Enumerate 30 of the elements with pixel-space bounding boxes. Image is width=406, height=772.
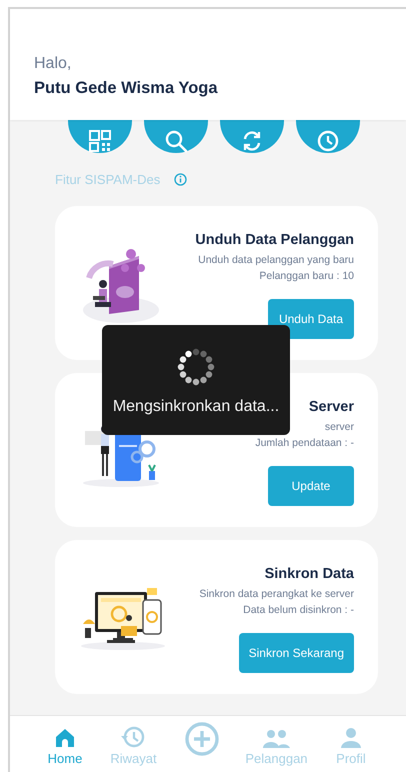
- qr-code-icon: [89, 130, 111, 152]
- nav-tab[interactable]: Profil: [326, 724, 376, 766]
- action-button[interactable]: Unduh Data: [268, 299, 354, 339]
- card-description: Unduh data pelanggan yang baru: [198, 253, 354, 268]
- add-icon: [184, 722, 219, 756]
- card-title: Server: [308, 399, 354, 415]
- nav-tab[interactable]: Pelanggan: [245, 724, 308, 766]
- people-icon: [262, 730, 290, 748]
- action-button[interactable]: Sinkron Sekarang: [238, 633, 354, 673]
- search-icon: [164, 129, 188, 153]
- clock-icon: [316, 129, 340, 153]
- history-icon: [120, 726, 146, 748]
- card-title: Sinkron Data: [264, 566, 354, 582]
- home-icon: [54, 728, 76, 748]
- info-icon[interactable]: [174, 172, 188, 186]
- card-stat: Pelanggan baru : 10: [259, 269, 354, 284]
- greeting-text: Halo,: [34, 55, 72, 73]
- action-button[interactable]: Update: [268, 466, 354, 506]
- card-stat: Data belum disinkron : -: [243, 603, 354, 618]
- section-title: Fitur SISPAM-Des: [55, 172, 160, 186]
- card-title: Unduh Data Pelanggan: [195, 232, 354, 248]
- loading-spinner-icon: [176, 347, 216, 387]
- user-name: Putu Gede Wisma Yoga: [34, 79, 219, 98]
- card-description: Sinkron data perangkat ke server: [199, 587, 354, 602]
- person-icon: [340, 728, 361, 748]
- nav-tab[interactable]: Home: [40, 724, 90, 766]
- card-description: server: [324, 420, 354, 435]
- toast-message: Mengsinkronkan data...: [112, 398, 280, 416]
- nav-tab[interactable]: Riwayat: [108, 724, 158, 766]
- card-stat: Jumlah pendataan : -: [255, 436, 354, 451]
